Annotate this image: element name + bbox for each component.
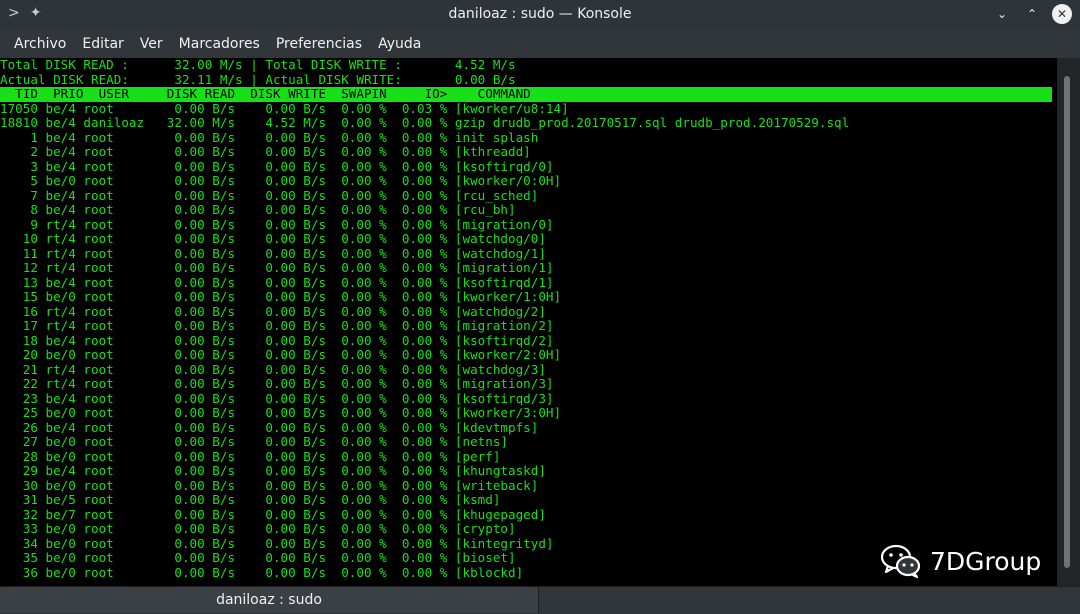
scrollbar[interactable]	[1057, 58, 1080, 586]
process-row: 10 rt/4 root 0.00 B/s 0.00 B/s 0.00 % 0.…	[0, 231, 546, 246]
process-row: 18 be/4 root 0.00 B/s 0.00 B/s 0.00 % 0.…	[0, 332, 554, 348]
wechat-icon	[880, 544, 921, 579]
terminal-output[interactable]: Total DISK READ : 32.00 M/s | Total DISK…	[0, 58, 1057, 586]
menu-preferencias[interactable]: Preferencias	[268, 36, 370, 52]
process-row: 13 be/4 root 0.00 B/s 0.00 B/s 0.00 % 0.…	[0, 274, 554, 290]
close-button[interactable]: ✕	[1052, 4, 1072, 24]
process-row: 30 be/0 root 0.00 B/s 0.00 B/s 0.00 % 0.…	[0, 477, 539, 493]
process-row: 2 be/4 root 0.00 B/s 0.00 B/s 0.00 % 0.0…	[0, 144, 531, 159]
menu-bar: Archivo Editar Ver Marcadores Preferenci…	[0, 30, 1080, 58]
menu-ayuda[interactable]: Ayuda	[370, 36, 429, 52]
process-row: 21 rt/4 root 0.00 B/s 0.00 B/s 0.00 % 0.…	[0, 361, 546, 377]
process-row: 18810 be/4 daniloaz 32.00 M/s 4.52 M/s 0…	[0, 115, 850, 130]
process-row: 12 rt/4 root 0.00 B/s 0.00 B/s 0.00 % 0.…	[0, 260, 554, 275]
watermark: 7DGroup	[880, 543, 1041, 579]
window-controls: ⌄ ⌃ ✕	[992, 4, 1072, 24]
process-row: 26 be/4 root 0.00 B/s 0.00 B/s 0.00 % 0.…	[0, 419, 539, 435]
summary-line-actual: Actual DISK READ: 32.11 M/s | Actual DIS…	[0, 71, 516, 87]
process-row: 9 rt/4 root 0.00 B/s 0.00 B/s 0.00 % 0.0…	[0, 216, 554, 232]
process-row: 22 rt/4 root 0.00 B/s 0.00 B/s 0.00 % 0.…	[0, 376, 554, 391]
process-row: 15 be/0 root 0.00 B/s 0.00 B/s 0.00 % 0.…	[0, 289, 562, 304]
menu-ver[interactable]: Ver	[132, 36, 171, 52]
process-list: 17050 be/4 root 0.00 B/s 0.00 B/s 0.00 %…	[0, 100, 1057, 581]
process-row: 23 be/4 root 0.00 B/s 0.00 B/s 0.00 % 0.…	[0, 390, 554, 406]
process-row: 33 be/0 root 0.00 B/s 0.00 B/s 0.00 % 0.…	[0, 521, 516, 536]
summary-line-total: Total DISK READ : 32.00 M/s | Total DISK…	[0, 58, 516, 72]
window-title: daniloaz : sudo — Konsole	[448, 6, 632, 22]
process-row: 8 be/4 root 0.00 B/s 0.00 B/s 0.00 % 0.0…	[0, 202, 516, 217]
maximize-button[interactable]: ⌃	[1022, 4, 1042, 24]
column-header-row[interactable]: TID PRIO USER DISK READ DISK WRITE SWAPI…	[0, 86, 1052, 102]
process-row: 28 be/0 root 0.00 B/s 0.00 B/s 0.00 % 0.…	[0, 448, 501, 464]
process-row: 1 be/4 root 0.00 B/s 0.00 B/s 0.00 % 0.0…	[0, 129, 539, 145]
menu-editar[interactable]: Editar	[74, 36, 131, 52]
watermark-text: 7DGroup	[930, 546, 1042, 576]
menu-marcadores[interactable]: Marcadores	[171, 36, 268, 52]
process-row: 31 be/5 root 0.00 B/s 0.00 B/s 0.00 % 0.…	[0, 492, 501, 507]
scrollbar-thumb[interactable]	[1064, 76, 1070, 568]
process-row: 5 be/0 root 0.00 B/s 0.00 B/s 0.00 % 0.0…	[0, 173, 562, 188]
tab-session[interactable]: daniloaz : sudo	[0, 587, 539, 613]
process-row: 17 rt/4 root 0.00 B/s 0.00 B/s 0.00 % 0.…	[0, 318, 554, 333]
process-row: 20 be/0 root 0.00 B/s 0.00 B/s 0.00 % 0.…	[0, 347, 562, 362]
process-row: 11 rt/4 root 0.00 B/s 0.00 B/s 0.00 % 0.…	[0, 245, 546, 261]
process-row: 7 be/4 root 0.00 B/s 0.00 B/s 0.00 % 0.0…	[0, 187, 539, 203]
process-row: 3 be/4 root 0.00 B/s 0.00 B/s 0.00 % 0.0…	[0, 158, 554, 174]
process-row: 29 be/4 root 0.00 B/s 0.00 B/s 0.00 % 0.…	[0, 463, 546, 478]
process-row: 27 be/0 root 0.00 B/s 0.00 B/s 0.00 % 0.…	[0, 434, 508, 449]
tab-bar: daniloaz : sudo	[0, 586, 1080, 614]
process-row: 25 be/0 root 0.00 B/s 0.00 B/s 0.00 % 0.…	[0, 405, 562, 420]
title-bar: > ✦ daniloaz : sudo — Konsole ⌄ ⌃ ✕	[0, 0, 1080, 30]
minimize-button[interactable]: ⌄	[992, 4, 1012, 24]
process-row: 17050 be/4 root 0.00 B/s 0.00 B/s 0.00 %…	[0, 100, 569, 116]
process-row: 32 be/7 root 0.00 B/s 0.00 B/s 0.00 % 0.…	[0, 506, 546, 522]
menu-archivo[interactable]: Archivo	[6, 36, 74, 52]
process-row: 16 rt/4 root 0.00 B/s 0.00 B/s 0.00 % 0.…	[0, 303, 546, 319]
